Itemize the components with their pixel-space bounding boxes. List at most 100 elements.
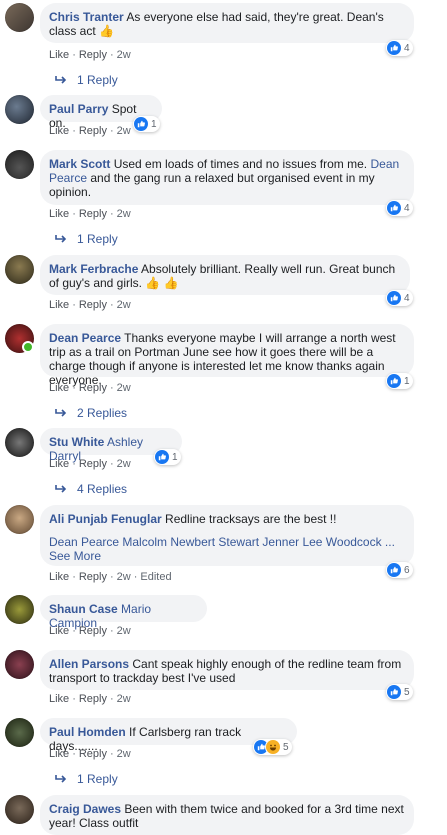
comment-author[interactable]: Mark Ferbrache — [49, 262, 138, 276]
reaction-number: 4 — [404, 42, 410, 54]
reaction-number: 4 — [404, 292, 410, 304]
comment-actions: Like · Reply · 2w — [49, 382, 131, 394]
comment-actions: Like · Reply · 2w — [49, 625, 131, 637]
reply-link[interactable]: Reply — [79, 49, 107, 61]
timestamp[interactable]: 2w — [117, 208, 131, 220]
replies-count[interactable]: 2 Replies — [77, 406, 127, 420]
comment-text: and the gang run a relaxed but organised… — [49, 171, 375, 199]
reaction-count[interactable]: 4 — [386, 290, 413, 306]
reply-link[interactable]: Reply — [79, 748, 107, 760]
timestamp[interactable]: 2w — [117, 571, 131, 583]
edited-label[interactable]: Edited — [140, 571, 171, 583]
comment-author[interactable]: Paul Homden — [49, 725, 126, 739]
reaction-number: 4 — [404, 202, 410, 214]
avatar[interactable] — [5, 595, 34, 624]
timestamp[interactable]: 2w — [117, 299, 131, 311]
reaction-count[interactable]: 1 — [154, 449, 181, 465]
reply-link[interactable]: Reply — [79, 693, 107, 705]
avatar[interactable] — [5, 3, 34, 32]
avatar[interactable] — [5, 650, 34, 679]
like-reaction-icon — [387, 563, 401, 577]
comment-text: Used em loads of times and no issues fro… — [113, 157, 368, 171]
timestamp[interactable]: 2w — [117, 125, 131, 137]
reaction-number: 1 — [151, 118, 157, 130]
view-replies[interactable]: 1 Reply — [55, 73, 118, 87]
avatar[interactable] — [5, 505, 34, 534]
replies-count[interactable]: 1 Reply — [77, 73, 118, 87]
reply-link[interactable]: Reply — [79, 299, 107, 311]
comment-author[interactable]: Ali Punjab Fenuglar — [49, 512, 162, 526]
reply-link[interactable]: Reply — [79, 208, 107, 220]
avatar[interactable] — [5, 150, 34, 179]
like-link[interactable]: Like — [49, 458, 69, 470]
timestamp[interactable]: 2w — [117, 625, 131, 637]
view-replies[interactable]: 2 Replies — [55, 406, 127, 420]
reply-link[interactable]: Reply — [79, 571, 107, 583]
comment-author[interactable]: Mark Scott — [49, 157, 110, 171]
reaction-number: 1 — [404, 375, 410, 387]
like-link[interactable]: Like — [49, 125, 69, 137]
like-link[interactable]: Like — [49, 571, 69, 583]
comment-author[interactable]: Allen Parsons — [49, 657, 129, 671]
timestamp[interactable]: 2w — [117, 693, 131, 705]
avatar[interactable] — [5, 428, 34, 457]
reaction-count[interactable]: 1 — [133, 116, 160, 132]
like-link[interactable]: Like — [49, 625, 69, 637]
comment-bubble: Allen Parsons Cant speak highly enough o… — [40, 650, 414, 690]
like-link[interactable]: Like — [49, 49, 69, 61]
like-link[interactable]: Like — [49, 208, 69, 220]
timestamp[interactable]: 2w — [117, 748, 131, 760]
avatar[interactable] — [5, 718, 34, 747]
avatar[interactable] — [5, 95, 34, 124]
like-link[interactable]: Like — [49, 693, 69, 705]
view-replies[interactable]: 1 Reply — [55, 232, 118, 246]
like-reaction-icon — [387, 201, 401, 215]
timestamp[interactable]: 2w — [117, 458, 131, 470]
replies-count[interactable]: 1 Reply — [77, 232, 118, 246]
reply-arrow-icon — [55, 485, 67, 493]
avatar[interactable] — [5, 324, 34, 353]
view-replies[interactable]: 1 Reply — [55, 772, 118, 786]
comment-actions: Like · Reply · 2w — [49, 208, 131, 220]
comment-actions: Like · Reply · 2w — [49, 125, 131, 137]
reaction-count[interactable]: 4 — [386, 40, 413, 56]
reply-arrow-icon — [55, 775, 67, 783]
replies-count[interactable]: 1 Reply — [77, 772, 118, 786]
reaction-count[interactable]: 5 — [386, 684, 413, 700]
comment-author[interactable]: Dean Pearce — [49, 331, 121, 345]
comment-author[interactable]: Craig Dawes — [49, 802, 121, 816]
see-more-link[interactable]: See More — [49, 549, 101, 563]
comment-author[interactable]: Paul Parry — [49, 102, 108, 116]
like-reaction-icon — [134, 117, 148, 131]
reaction-number: 6 — [404, 564, 410, 576]
reply-link[interactable]: Reply — [79, 382, 107, 394]
reply-link[interactable]: Reply — [79, 625, 107, 637]
tagged-users[interactable]: Dean Pearce Malcolm Newbert Stewart Jenn… — [49, 535, 395, 549]
online-status-icon — [22, 341, 34, 353]
reaction-count[interactable]: 5 — [253, 739, 292, 755]
like-reaction-icon — [387, 41, 401, 55]
like-reaction-icon — [155, 450, 169, 464]
comment-author[interactable]: Chris Tranter — [49, 10, 124, 24]
comment-bubble: Dean Pearce Thanks everyone maybe I will… — [40, 324, 414, 387]
reaction-count[interactable]: 1 — [386, 373, 413, 389]
reply-link[interactable]: Reply — [79, 125, 107, 137]
timestamp[interactable]: 2w — [117, 382, 131, 394]
comment-actions: Like · Reply · 2w · Edited — [49, 571, 172, 583]
comment-actions: Like · Reply · 2w — [49, 693, 131, 705]
like-link[interactable]: Like — [49, 748, 69, 760]
comment-author[interactable]: Shaun Case — [49, 602, 118, 616]
reaction-number: 1 — [172, 451, 178, 463]
reaction-count[interactable]: 4 — [386, 200, 413, 216]
replies-count[interactable]: 4 Replies — [77, 482, 127, 496]
avatar[interactable] — [5, 255, 34, 284]
like-reaction-icon — [387, 685, 401, 699]
like-link[interactable]: Like — [49, 299, 69, 311]
reply-link[interactable]: Reply — [79, 458, 107, 470]
avatar[interactable] — [5, 795, 34, 824]
view-replies[interactable]: 4 Replies — [55, 482, 127, 496]
like-link[interactable]: Like — [49, 382, 69, 394]
reaction-count[interactable]: 6 — [386, 562, 413, 578]
comment-author[interactable]: Stu White — [49, 435, 104, 449]
timestamp[interactable]: 2w — [117, 49, 131, 61]
